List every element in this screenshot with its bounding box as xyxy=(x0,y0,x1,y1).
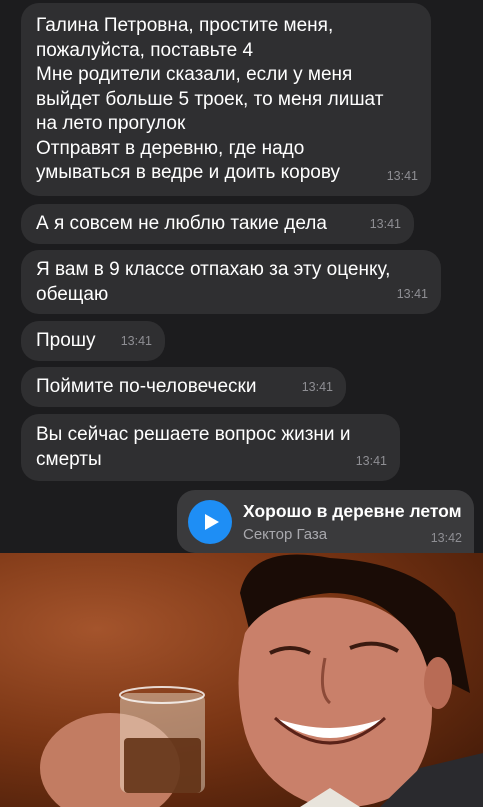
audio-title: Хорошо в деревне летом xyxy=(243,501,462,521)
message-time: 13:41 xyxy=(355,453,387,468)
message-time: 13:41 xyxy=(301,379,333,394)
photo-illustration xyxy=(40,554,483,807)
message-bubble[interactable]: А я совсем не люблю такие дела 13:41 xyxy=(21,204,414,244)
audio-artist: Сектор Газа xyxy=(243,526,328,543)
message-text: А я совсем не люблю такие дела xyxy=(36,213,327,234)
message-bubble[interactable]: Поймите по-человечески 13:41 xyxy=(21,367,346,407)
message-bubble[interactable]: Я вам в 9 классе отпахаю за эту оценку, … xyxy=(21,250,441,314)
message-text: Галина Петровна, простите меня, пожалуйс… xyxy=(36,15,384,183)
play-icon[interactable] xyxy=(188,500,232,544)
message-bubble[interactable]: Прошу 13:41 xyxy=(21,321,165,361)
message-text: Вы сейчас решаете вопрос жизни и смерты xyxy=(36,424,351,470)
message-text: Поймите по-человечески xyxy=(36,376,257,397)
message-text: Я вам в 9 классе отпахаю за эту оценку, … xyxy=(36,259,391,305)
laughing-man-photo xyxy=(0,553,483,807)
audio-message[interactable]: Хорошо в деревне летом Сектор Газа 13:42 xyxy=(177,490,474,553)
message-time: 13:41 xyxy=(120,333,152,348)
message-bubble[interactable]: Вы сейчас решаете вопрос жизни и смерты … xyxy=(21,414,400,481)
message-time: 13:41 xyxy=(369,216,401,231)
message-time: 13:41 xyxy=(396,286,428,301)
message-time: 13:42 xyxy=(430,531,462,545)
message-bubble[interactable]: Галина Петровна, простите меня, пожалуйс… xyxy=(21,3,431,196)
chat-area: Галина Петровна, простите меня, пожалуйс… xyxy=(0,0,483,553)
message-time: 13:41 xyxy=(386,168,418,183)
